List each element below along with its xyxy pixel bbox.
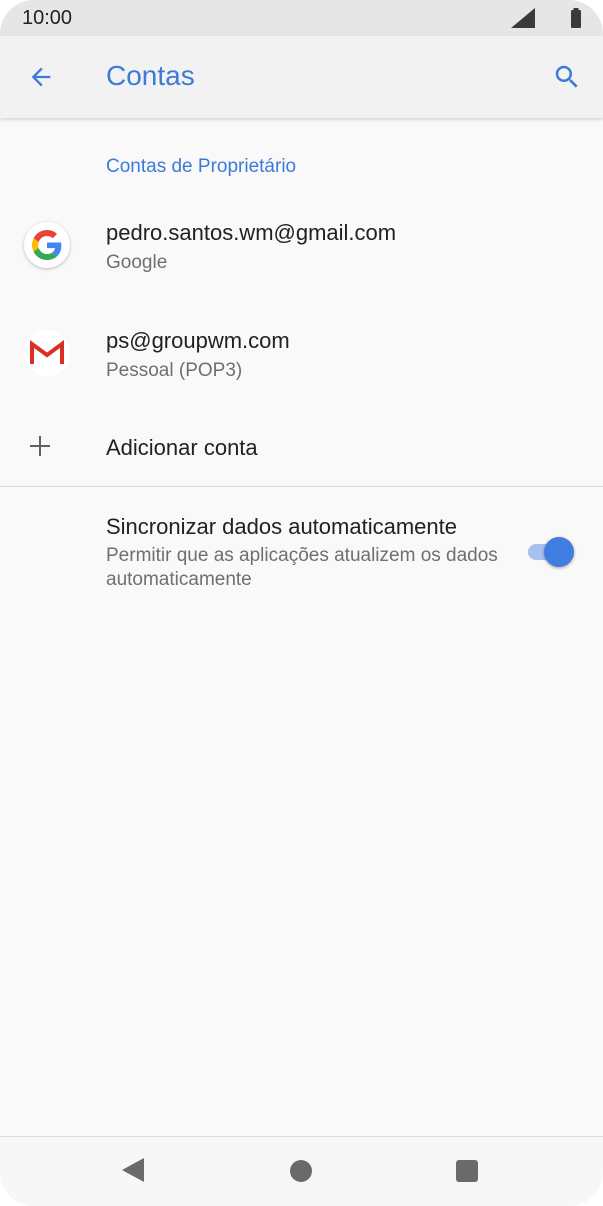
search-button[interactable]: [546, 56, 588, 98]
plus-icon: [30, 436, 50, 456]
app-bar: Contas: [0, 36, 603, 118]
battery-icon: [571, 8, 581, 28]
account-item-pop3[interactable]: ps@groupwm.com Pessoal (POP3): [0, 306, 603, 406]
add-account-button[interactable]: Adicionar conta: [0, 418, 603, 478]
account-type: Pessoal (POP3): [106, 360, 243, 381]
account-item-google[interactable]: pedro.santos.wm@gmail.com Google: [0, 198, 603, 298]
toggle-thumb: [544, 537, 574, 567]
status-bar: 10:00: [0, 0, 603, 36]
auto-sync-description: Permitir que as aplicações atualizem os …: [106, 545, 498, 590]
account-email: pedro.santos.wm@gmail.com: [106, 220, 397, 245]
nav-back-icon[interactable]: [122, 1158, 144, 1182]
arrow-back-icon: [31, 67, 51, 87]
status-time: 10:00: [22, 7, 73, 29]
nav-recents-icon[interactable]: [456, 1160, 478, 1182]
account-email: ps@groupwm.com: [106, 328, 290, 353]
gmail-icon: [24, 330, 70, 376]
cell-signal-icon: [511, 8, 535, 28]
page-title: Contas: [106, 60, 195, 91]
back-button[interactable]: [20, 56, 62, 98]
auto-sync-title: Sincronizar dados automaticamente: [106, 514, 457, 539]
nav-home-icon[interactable]: [290, 1160, 312, 1182]
add-account-label: Adicionar conta: [106, 435, 258, 460]
phone-screen: 10:00 Contas Contas de Proprietário pedr…: [0, 0, 603, 1206]
account-type: Google: [106, 252, 168, 273]
navigation-bar: [0, 1137, 603, 1206]
auto-sync-toggle[interactable]: [528, 537, 576, 567]
search-icon: [555, 65, 578, 88]
section-header: Contas de Proprietário: [106, 156, 297, 177]
divider: [0, 486, 603, 487]
google-icon: [24, 222, 70, 268]
